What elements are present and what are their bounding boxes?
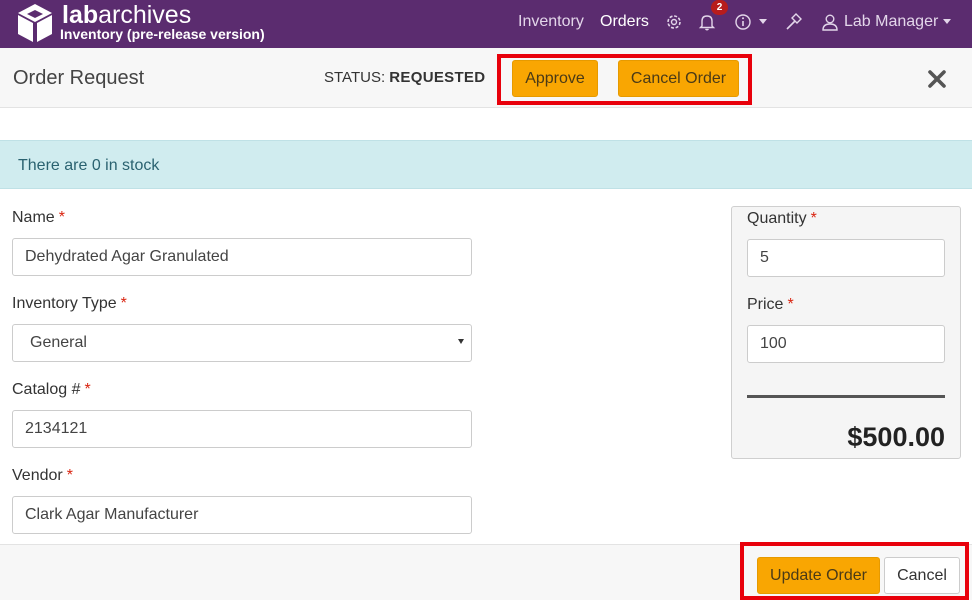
name-label: Name * — [12, 209, 65, 226]
top-navbar: labarchives Inventory (pre-release versi… — [0, 0, 972, 48]
status-text: STATUS: REQUESTED — [324, 69, 486, 86]
inventory-type-label: Inventory Type * — [12, 295, 127, 312]
vendor-label: Vendor * — [12, 467, 73, 484]
catalog-field[interactable]: 2134121 — [12, 410, 472, 448]
total-divider — [747, 395, 945, 398]
chevron-down-icon — [458, 339, 464, 344]
nav-inventory[interactable]: Inventory — [518, 13, 584, 31]
price-field[interactable]: 100 — [747, 325, 945, 363]
close-icon[interactable] — [926, 68, 948, 90]
status-badge: REQUESTED — [389, 69, 486, 86]
vendor-field[interactable]: Clark Agar Manufacturer — [12, 496, 472, 534]
gear-icon[interactable] — [664, 12, 684, 32]
quantity-field[interactable]: 5 — [747, 239, 945, 277]
user-menu[interactable]: Lab Manager — [844, 13, 938, 31]
bell-icon[interactable] — [697, 12, 717, 32]
chevron-down-icon[interactable] — [759, 19, 767, 24]
alert-text: There are 0 in stock — [18, 157, 160, 174]
order-total: $500.00 — [847, 422, 945, 452]
hammer-icon[interactable] — [783, 12, 803, 32]
highlight-box-bottom — [740, 542, 969, 600]
name-field[interactable]: Dehydrated Agar Granulated — [12, 238, 472, 276]
page-title: Order Request — [13, 67, 145, 89]
price-label: Price * — [747, 296, 794, 313]
quantity-label: Quantity * — [747, 210, 817, 227]
catalog-label: Catalog # * — [12, 381, 91, 398]
modal-header: Order Request STATUS: REQUESTED Approve … — [0, 48, 972, 108]
user-icon[interactable] — [820, 12, 840, 32]
highlight-box-top — [497, 54, 752, 105]
nav-orders[interactable]: Orders — [600, 13, 649, 31]
info-icon[interactable] — [733, 12, 753, 32]
logo-cube-icon[interactable] — [16, 2, 54, 44]
inventory-type-select[interactable]: General — [12, 324, 472, 362]
chevron-down-icon[interactable] — [943, 19, 951, 24]
stock-alert: There are 0 in stock — [0, 140, 972, 189]
notification-badge: 2 — [711, 0, 728, 15]
brand-subtitle: Inventory (pre-release version) — [60, 26, 265, 42]
